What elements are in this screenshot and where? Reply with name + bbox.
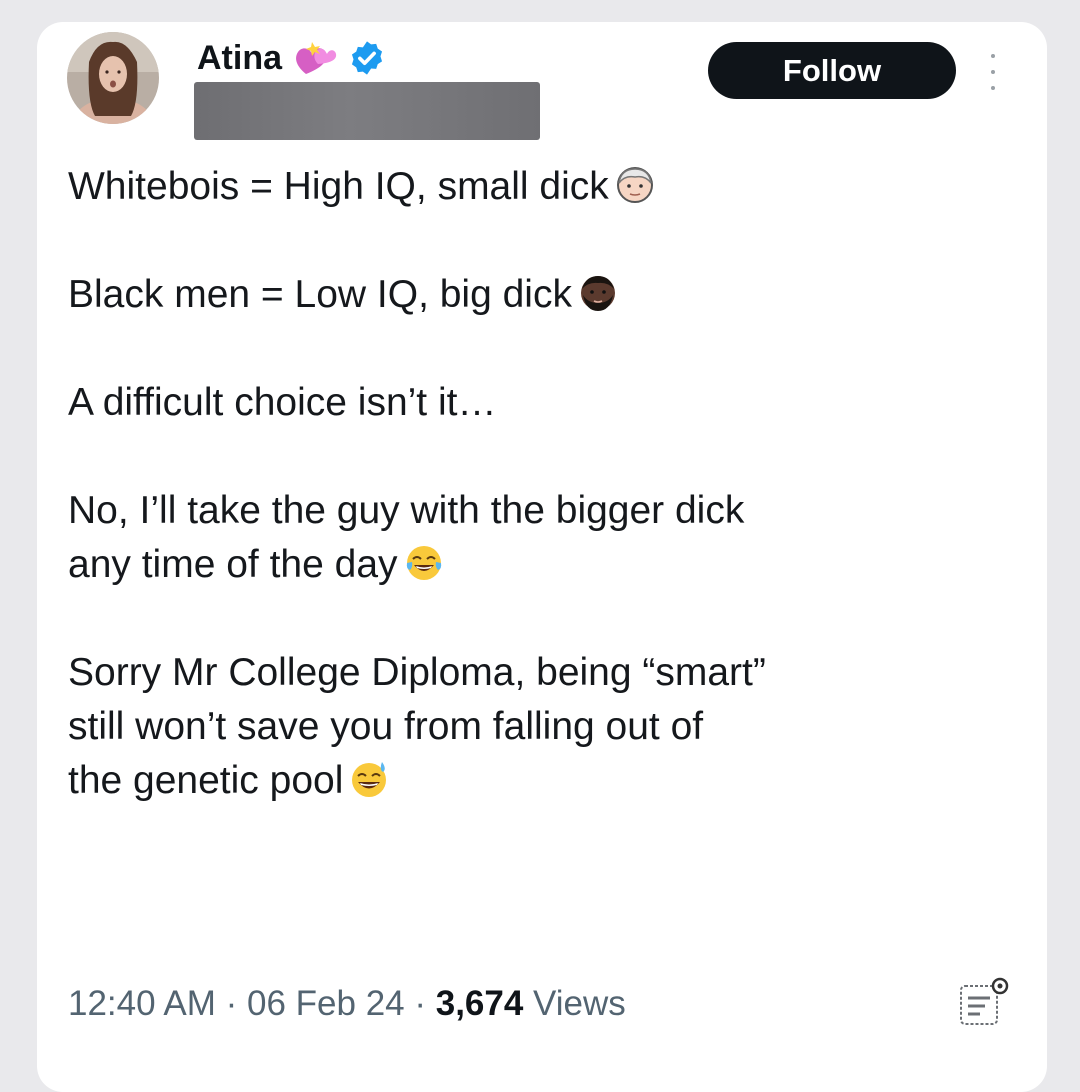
views-count: 3,674 xyxy=(435,984,524,1023)
author-name[interactable]: Atina xyxy=(197,39,282,78)
tweet-paragraph-3-text: A difficult choice isn’t it… xyxy=(68,381,497,424)
tweet-paragraph-2: Black men = Low IQ, big dick xyxy=(68,268,1028,322)
tweet-time[interactable]: 12:40 AM xyxy=(68,984,216,1024)
verified-badge-icon xyxy=(351,41,383,75)
tweet-paragraph-5-text: Sorry Mr College Diploma, being “smart” … xyxy=(68,651,766,802)
tweet-paragraph-5: Sorry Mr College Diploma, being “smart” … xyxy=(68,646,1028,808)
tweet-date[interactable]: 06 Feb 24 xyxy=(247,984,405,1024)
tweet-paragraph-3: A difficult choice isn’t it… xyxy=(68,376,1028,430)
meta-separator: · xyxy=(215,984,247,1023)
grinning-sweat-icon xyxy=(352,762,387,797)
tweet-paragraph-2-text: Black men = Low IQ, big dick xyxy=(68,273,572,316)
author-row: Atina xyxy=(197,38,386,78)
tweet-paragraph-1: Whitebois = High IQ, small dick xyxy=(68,160,1028,214)
tweet-card: Atina Follow Whitebois = High IQ, small … xyxy=(37,22,1047,1092)
bearded-man-face-icon xyxy=(580,276,615,311)
avatar[interactable] xyxy=(67,32,159,124)
tweet-meta: 12:40 AM · 06 Feb 24 · 3,674 Views xyxy=(68,984,626,1024)
heart-with-ribbon-icon xyxy=(296,42,337,74)
tweet-paragraph-1-text: Whitebois = High IQ, small dick xyxy=(68,165,609,208)
analytics-icon[interactable] xyxy=(955,974,1011,1030)
redacted-handle xyxy=(194,82,540,140)
older-man-face-icon xyxy=(616,167,653,203)
follow-button[interactable]: Follow xyxy=(708,42,956,99)
more-options-icon[interactable] xyxy=(987,54,999,90)
tears-of-joy-icon xyxy=(406,546,441,580)
meta-separator: · xyxy=(404,984,436,1023)
tweet-text: Whitebois = High IQ, small dick Black me… xyxy=(68,160,1028,862)
views-label: Views xyxy=(523,984,626,1023)
tweet-paragraph-4: No, I’ll take the guy with the bigger di… xyxy=(68,484,1028,592)
